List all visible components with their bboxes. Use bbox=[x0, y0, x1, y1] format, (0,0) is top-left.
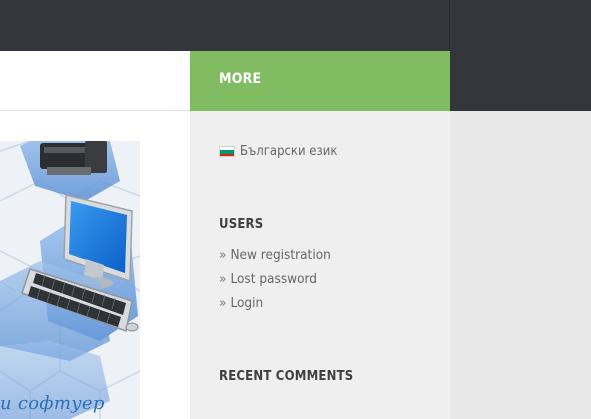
link-label: Lost password bbox=[230, 271, 317, 287]
image-caption: и софтуер bbox=[0, 393, 105, 414]
arrow-icon: » bbox=[219, 271, 227, 287]
header-right-block bbox=[450, 51, 591, 111]
link-label: Login bbox=[230, 295, 264, 311]
new-registration-link[interactable]: » New registration bbox=[219, 246, 331, 270]
computer-network-illustration bbox=[0, 141, 140, 419]
user-links: » New registration » Lost password » Login bbox=[219, 246, 331, 318]
bulgarian-flag-icon bbox=[219, 146, 235, 157]
sidebar: Български език USERS » New registration »… bbox=[190, 111, 450, 419]
recent-comments-heading: RECENT COMMENTS bbox=[219, 369, 354, 384]
lost-password-link[interactable]: » Lost password bbox=[219, 270, 331, 294]
tab-more[interactable]: MORE bbox=[190, 51, 450, 111]
top-bar bbox=[0, 0, 591, 51]
login-link[interactable]: » Login bbox=[219, 294, 331, 318]
arrow-icon: » bbox=[219, 295, 227, 311]
link-label: New registration bbox=[230, 247, 331, 263]
tab-more-label: MORE bbox=[219, 71, 262, 87]
language-link[interactable]: Български език bbox=[219, 144, 337, 159]
arrow-icon: » bbox=[219, 247, 227, 263]
users-heading: USERS bbox=[219, 217, 264, 232]
content-header bbox=[0, 51, 190, 111]
language-label: Български език bbox=[240, 144, 338, 159]
right-panel bbox=[450, 111, 591, 419]
